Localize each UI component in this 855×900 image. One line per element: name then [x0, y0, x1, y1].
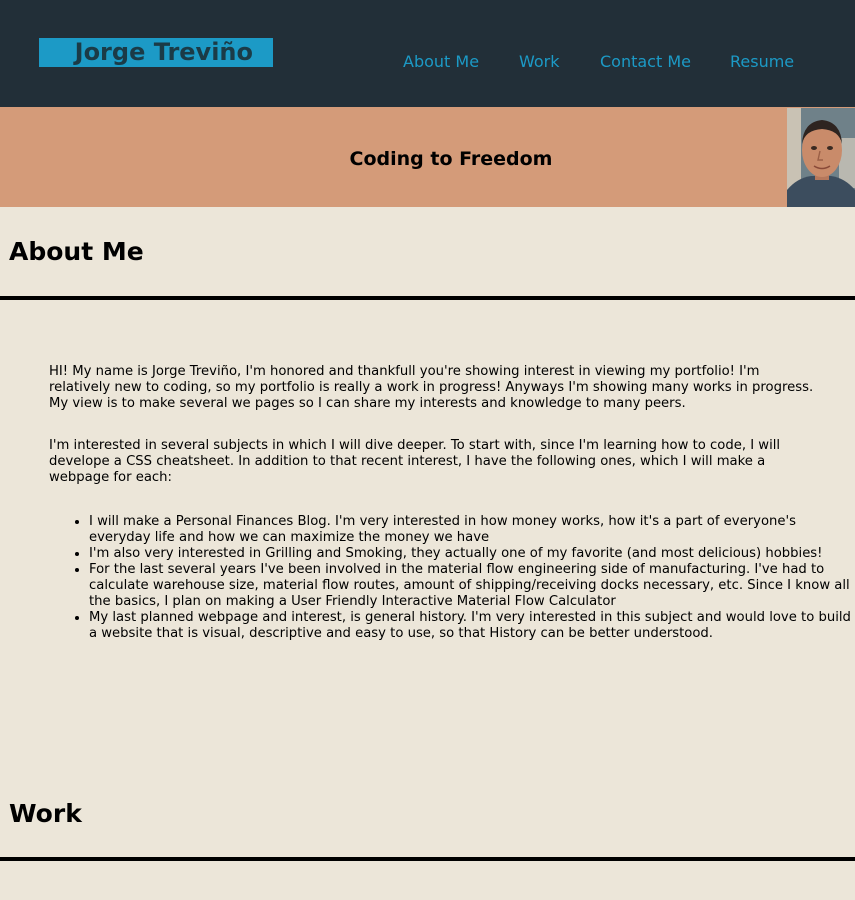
nav-link-work[interactable]: Work	[519, 52, 560, 72]
list-item: I'm also very interested in Grilling and…	[89, 546, 855, 562]
about-me-heading: About Me	[9, 237, 144, 266]
nav-link-contact-me[interactable]: Contact Me	[600, 52, 691, 72]
profile-photo	[787, 108, 855, 207]
work-divider	[0, 857, 855, 861]
about-interests-paragraph: I'm interested in several subjects in wh…	[49, 438, 781, 485]
interests-list: I will make a Personal Finances Blog. I'…	[49, 514, 855, 642]
list-item: For the last several years I've been inv…	[89, 562, 855, 610]
hero-title: Coding to Freedom	[349, 148, 553, 170]
work-heading: Work	[9, 799, 82, 828]
list-item: My last planned webpage and interest, is…	[89, 610, 855, 642]
nav-link-resume[interactable]: Resume	[730, 52, 794, 72]
list-item: I will make a Personal Finances Blog. I'…	[89, 514, 855, 546]
about-intro-paragraph: HI! My name is Jorge Treviño, I'm honore…	[49, 364, 814, 411]
hero-banner: Coding to Freedom	[0, 107, 855, 207]
site-brand[interactable]: Jorge Treviño	[39, 38, 273, 67]
about-me-divider	[0, 296, 855, 300]
nav-link-about-me[interactable]: About Me	[403, 52, 479, 72]
site-header: Jorge Treviño About Me Work Contact Me R…	[0, 0, 855, 107]
